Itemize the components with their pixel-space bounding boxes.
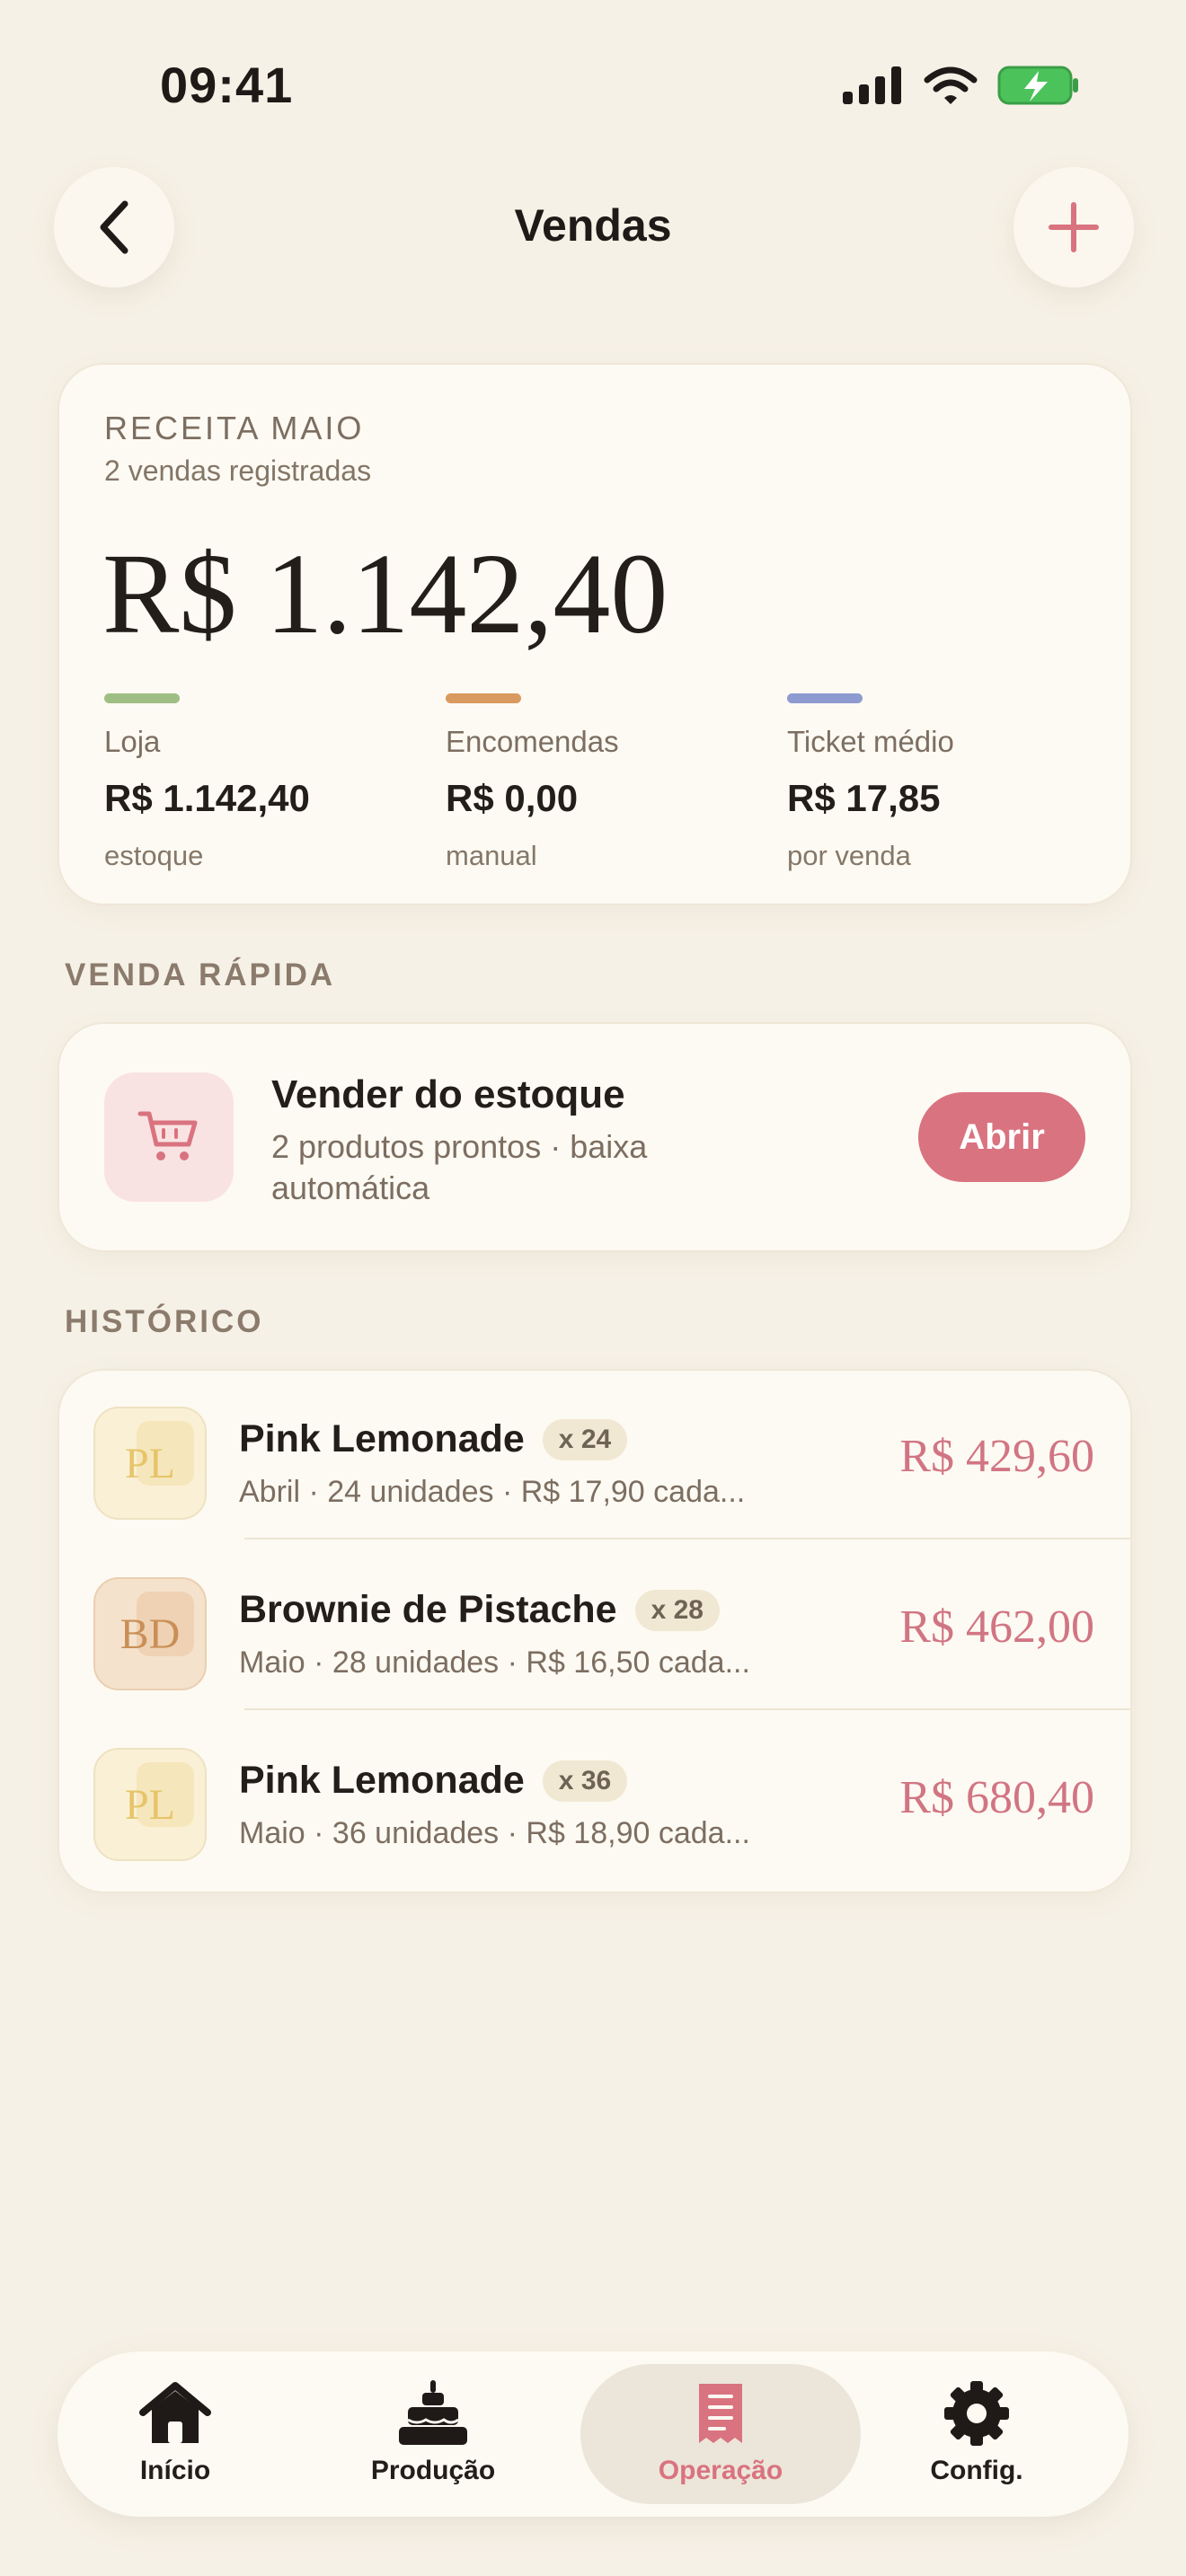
sale-price: R$ 429,60 bbox=[899, 1431, 1094, 1482]
row-divider bbox=[244, 1708, 1130, 1710]
metric-color-bar bbox=[104, 693, 180, 703]
revenue-total: R$ 1.142,40 bbox=[102, 530, 668, 657]
history-row-title: Brownie de Pistache x 28 bbox=[239, 1588, 720, 1632]
product-name: Pink Lemonade bbox=[239, 1417, 525, 1460]
nav-item-producao[interactable]: Produção bbox=[325, 2380, 541, 2486]
quantity-badge: x 24 bbox=[542, 1418, 628, 1460]
history-row[interactable]: BD Brownie de Pistache x 28 Maio · 28 un… bbox=[59, 1541, 1130, 1710]
nav-label: Produção bbox=[370, 2456, 496, 2485]
add-sale-button[interactable] bbox=[1013, 167, 1134, 287]
quick-sale-title: Vender do estoque bbox=[271, 1072, 625, 1116]
row-divider bbox=[244, 1538, 1130, 1539]
status-time: 09:41 bbox=[160, 57, 294, 113]
metric-note: por venda bbox=[787, 840, 911, 871]
metric-encomendas: Encomendas R$ 0,00 manual bbox=[446, 693, 769, 872]
nav-label: Operação bbox=[658, 2456, 783, 2485]
metric-note: estoque bbox=[104, 840, 204, 871]
quick-sale-section-label: VENDA RÁPIDA bbox=[65, 957, 336, 992]
quick-sale-subtitle: 2 produtos prontos · baixa automática bbox=[271, 1128, 648, 1206]
quick-sale-card[interactable]: Vender do estoque 2 produtos prontos · b… bbox=[58, 1022, 1132, 1252]
history-row-details: Maio · 36 unidades · R$ 18,90 cada... bbox=[239, 1816, 750, 1850]
home-icon bbox=[139, 2382, 211, 2443]
history-row-details: Abril · 24 unidades · R$ 17,90 cada... bbox=[239, 1475, 746, 1509]
metric-loja: Loja R$ 1.142,40 estoque bbox=[104, 693, 428, 872]
metric-color-bar bbox=[446, 693, 521, 703]
revenue-label: RECEITA MAIO bbox=[104, 410, 365, 446]
product-name: Brownie de Pistache bbox=[239, 1588, 617, 1631]
cart-icon bbox=[137, 1111, 198, 1160]
cart-icon-box bbox=[104, 1072, 234, 1202]
history-row-details: Maio · 28 unidades · R$ 16,50 cada... bbox=[239, 1645, 750, 1680]
metric-ticket-medio: Ticket médio R$ 17,85 por venda bbox=[787, 693, 1111, 872]
product-name: Pink Lemonade bbox=[239, 1759, 525, 1802]
metric-value: R$ 17,85 bbox=[787, 777, 941, 819]
history-card: PL Pink Lemonade x 24 Abril · 24 unidade… bbox=[58, 1369, 1132, 1893]
nav-label: Config. bbox=[930, 2456, 1023, 2485]
sale-price: R$ 680,40 bbox=[899, 1772, 1094, 1823]
history-row[interactable]: PL Pink Lemonade x 24 Abril · 24 unidade… bbox=[59, 1371, 1130, 1539]
avatar-initials: PL bbox=[124, 1439, 175, 1487]
nav-item-operacao[interactable]: Operação bbox=[613, 2380, 828, 2486]
avatar-initials: PL bbox=[124, 1780, 175, 1829]
nav-item-config[interactable]: Config. bbox=[869, 2380, 1084, 2486]
receipt-icon bbox=[699, 2384, 742, 2443]
metric-value: R$ 1.142,40 bbox=[104, 777, 310, 819]
history-row[interactable]: PL Pink Lemonade x 36 Maio · 36 unidades… bbox=[59, 1712, 1130, 1881]
avatar-initials: BD bbox=[119, 1610, 181, 1658]
signal-icon bbox=[843, 66, 901, 104]
metric-label: Ticket médio bbox=[787, 725, 954, 758]
cake-icon bbox=[399, 2380, 467, 2445]
gear-icon bbox=[944, 2381, 1009, 2446]
product-avatar: PL bbox=[93, 1748, 207, 1861]
product-avatar: BD bbox=[93, 1577, 207, 1690]
plus-icon bbox=[1049, 202, 1099, 252]
status-icons bbox=[843, 65, 1080, 106]
nav-item-inicio[interactable]: Início bbox=[67, 2380, 283, 2486]
metric-note: manual bbox=[446, 840, 537, 871]
metric-value: R$ 0,00 bbox=[446, 777, 579, 819]
revenue-summary-card: RECEITA MAIO 2 vendas registradas R$ 1.1… bbox=[58, 363, 1132, 905]
metric-color-bar bbox=[787, 693, 863, 703]
page-title: Vendas bbox=[514, 200, 672, 251]
history-row-title: Pink Lemonade x 36 bbox=[239, 1759, 628, 1803]
quantity-badge: x 36 bbox=[542, 1760, 628, 1802]
metric-label: Encomendas bbox=[446, 725, 619, 758]
bottom-nav: Início Produção Operação Config. bbox=[58, 2351, 1128, 2517]
product-avatar: PL bbox=[93, 1407, 207, 1520]
sale-price: R$ 462,00 bbox=[899, 1601, 1094, 1653]
wifi-icon bbox=[924, 66, 978, 104]
battery-icon bbox=[997, 66, 1078, 105]
history-section-label: HISTÓRICO bbox=[65, 1304, 264, 1339]
nav-label: Início bbox=[139, 2456, 211, 2485]
metric-label: Loja bbox=[104, 725, 161, 758]
history-row-title: Pink Lemonade x 24 bbox=[239, 1417, 628, 1461]
revenue-subtitle: 2 vendas registradas bbox=[104, 454, 372, 487]
open-button[interactable]: Abrir bbox=[918, 1092, 1085, 1182]
quantity-badge: x 28 bbox=[634, 1589, 720, 1631]
